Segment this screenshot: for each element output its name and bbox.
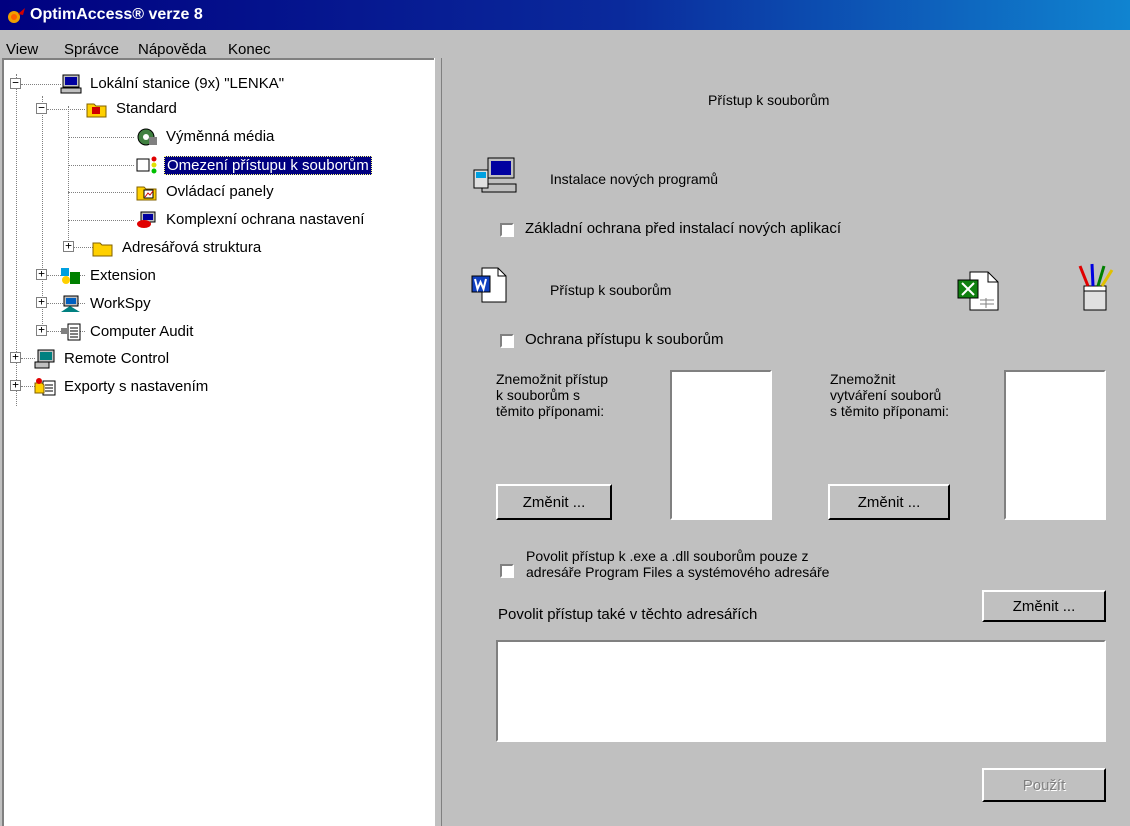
tree-label-adresarova-struktura: Adresářová struktura xyxy=(122,239,262,256)
tree-label-computer-audit: Computer Audit xyxy=(90,323,194,340)
expand-computer-audit-icon[interactable]: + xyxy=(36,324,47,336)
install-programs-icon xyxy=(473,157,517,193)
tree-label-root: Lokální stanice (9x) "LENKA" xyxy=(90,75,285,92)
navigation-tree[interactable]: − − + + + + + + Lokální stanice (9x) "LE… xyxy=(2,58,434,826)
window-title: OptimAccess® verze 8 xyxy=(30,6,203,23)
tree-label-omezeni-pristupu: Omezení přístupu k souborům xyxy=(164,156,372,175)
tree-label-vymenna-media: Výměnná média xyxy=(166,128,275,145)
file-access-protection-label: Ochrana přístupu k souborům xyxy=(525,331,724,348)
install-section-label: Instalace nových programů xyxy=(550,171,719,187)
tree-label-exports: Exporty s nastavením xyxy=(64,378,209,395)
menu-napoveda[interactable]: Nápověda xyxy=(138,41,206,58)
tree-label-ovladaci-panely: Ovládací panely xyxy=(166,183,274,200)
exe-dll-restriction-checkbox[interactable] xyxy=(500,564,514,578)
allow-directories-label: Povolit přístup také v těchto adresářích xyxy=(498,606,758,623)
expand-exports-icon[interactable]: + xyxy=(10,379,21,391)
file-access-protection-checkbox[interactable] xyxy=(500,334,514,348)
panel-header: Přístup k souborům xyxy=(708,92,830,108)
shield-monitor-icon xyxy=(137,211,156,228)
remote-control-icon xyxy=(34,349,55,369)
word-document-icon xyxy=(471,267,507,303)
exe-dll-restriction-label: Povolit přístup k .exe a .dll souborům p… xyxy=(526,548,830,580)
deny-access-label: Znemožnit přístup k souborům s těmito př… xyxy=(496,371,609,419)
workspy-icon xyxy=(61,295,80,312)
title-bar: OptimAccess® verze 8 xyxy=(0,0,1130,30)
expand-extension-icon[interactable]: + xyxy=(36,268,47,280)
change-allow-directories-button[interactable]: Změnit ... xyxy=(982,590,1106,622)
collapse-root-icon[interactable]: − xyxy=(10,77,21,89)
tree-label-remote-control: Remote Control xyxy=(64,350,170,367)
pencil-cup-icon xyxy=(1078,263,1114,311)
app-logo-icon xyxy=(8,8,25,23)
pane-splitter[interactable] xyxy=(434,58,444,826)
settings-panel: Přístup k souborům Instalace nových prog… xyxy=(444,58,1130,826)
excel-document-icon xyxy=(957,271,999,311)
exports-icon xyxy=(34,378,56,396)
control-panel-icon xyxy=(136,186,157,201)
expand-workspy-icon[interactable]: + xyxy=(36,296,47,308)
install-protection-label: Základní ochrana před instalací nových a… xyxy=(525,220,842,237)
folder-icon xyxy=(92,242,113,257)
menu-spravce[interactable]: Správce xyxy=(64,41,119,58)
computer-icon xyxy=(60,74,82,94)
menu-bar: View Správce Nápověda Konec xyxy=(0,33,1130,58)
change-deny-create-button[interactable]: Změnit ... xyxy=(828,484,950,520)
menu-view[interactable]: View xyxy=(6,41,38,58)
menu-konec[interactable]: Konec xyxy=(228,41,271,58)
tree-label-standard: Standard xyxy=(116,100,177,117)
expand-remote-control-icon[interactable]: + xyxy=(10,351,21,363)
tree-label-extension: Extension xyxy=(90,267,156,284)
deny-create-label: Znemožnit vytváření souborů s těmito pří… xyxy=(830,371,950,419)
extension-icon xyxy=(61,268,80,284)
apply-button[interactable]: Použít xyxy=(982,768,1106,802)
install-protection-checkbox[interactable] xyxy=(500,223,514,237)
collapse-standard-icon[interactable]: − xyxy=(36,102,47,114)
file-restriction-icon xyxy=(136,156,157,174)
removable-media-icon xyxy=(137,128,157,146)
access-section-label: Přístup k souborům xyxy=(550,282,672,298)
computer-audit-icon xyxy=(61,323,81,341)
deny-create-extensions-list[interactable] xyxy=(1004,370,1106,520)
deny-access-extensions-list[interactable] xyxy=(670,370,772,520)
tree-label-komplexni-ochrana: Komplexní ochrana nastavení xyxy=(166,211,365,228)
tree-label-workspy: WorkSpy xyxy=(90,295,151,312)
expand-adresarova-icon[interactable]: + xyxy=(63,240,74,252)
allowed-directories-list[interactable] xyxy=(496,640,1106,742)
change-deny-access-button[interactable]: Změnit ... xyxy=(496,484,612,520)
folder-open-icon xyxy=(86,103,107,118)
